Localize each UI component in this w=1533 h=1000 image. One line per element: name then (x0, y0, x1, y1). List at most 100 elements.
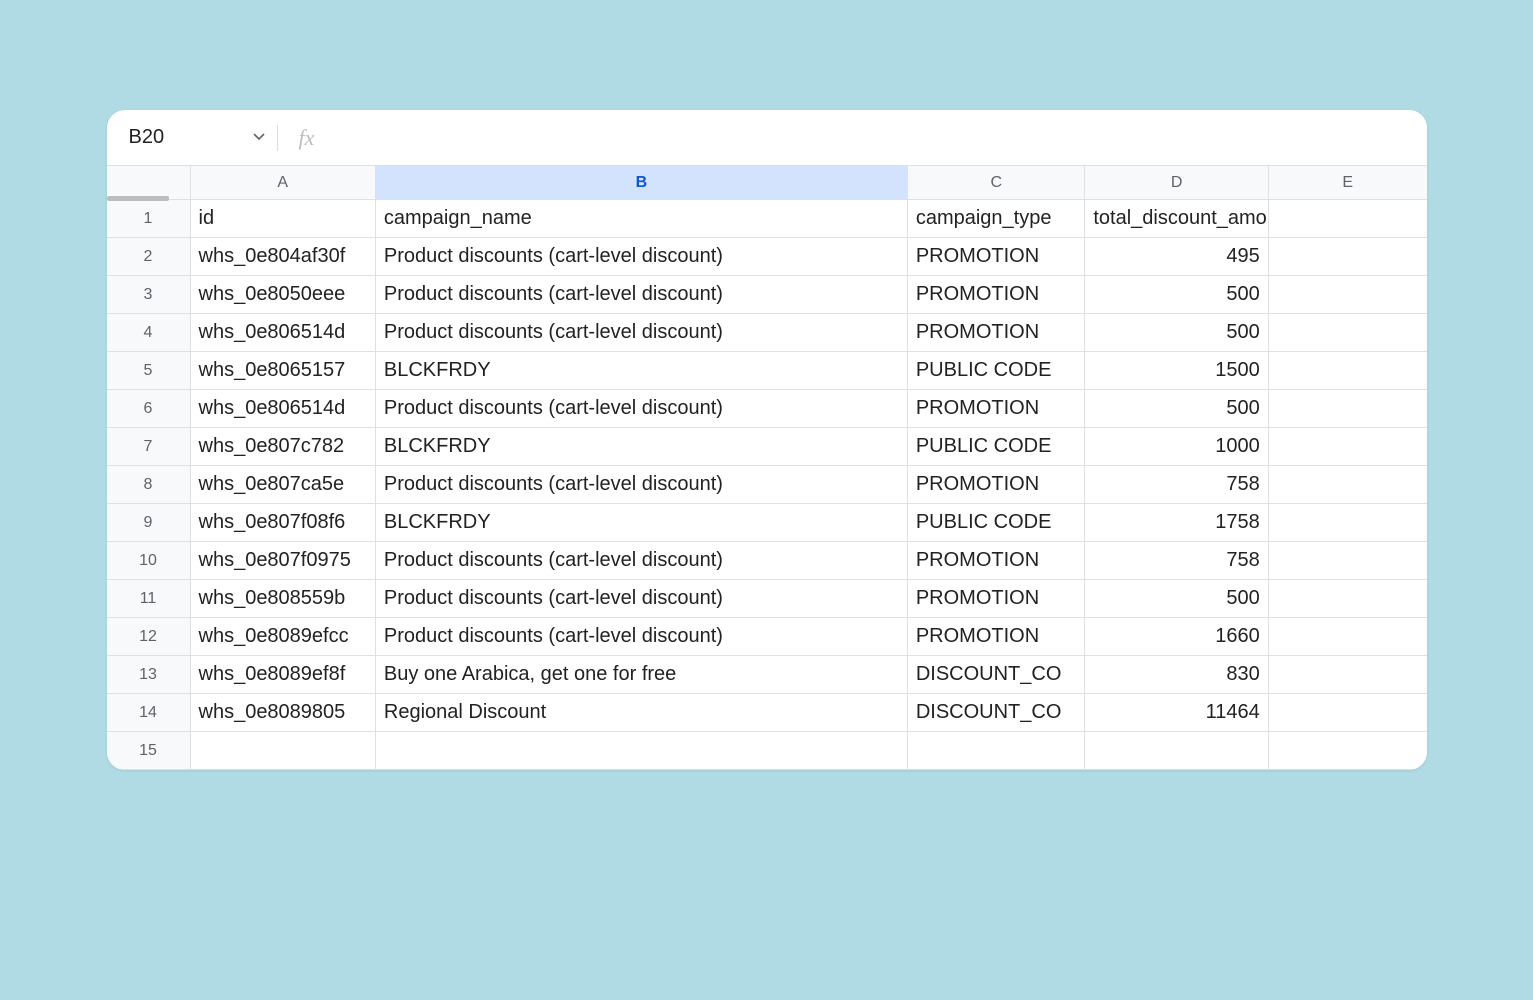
cell-A11[interactable]: whs_0e808559b (191, 580, 376, 617)
cell-A6[interactable]: whs_0e806514d (191, 390, 376, 427)
cell-A9[interactable]: whs_0e807f08f6 (191, 504, 376, 541)
cell-A7[interactable]: whs_0e807c782 (191, 428, 376, 465)
name-box[interactable]: B20 (107, 110, 277, 165)
cell-C12[interactable]: PROMOTION (908, 618, 1086, 655)
cell-B9[interactable]: BLCKFRDY (376, 504, 908, 541)
formula-input[interactable] (330, 110, 1427, 165)
column-header-B[interactable]: B (376, 166, 908, 199)
column-header-D[interactable]: D (1085, 166, 1268, 199)
cell-C11[interactable]: PROMOTION (908, 580, 1086, 617)
cell-B13[interactable]: Buy one Arabica, get one for free (376, 656, 908, 693)
cell-A4[interactable]: whs_0e806514d (191, 314, 376, 351)
cell-E3[interactable] (1269, 276, 1427, 313)
cell-D9[interactable]: 1758 (1085, 504, 1268, 541)
row-header-14[interactable]: 14 (107, 694, 191, 731)
cell-D7[interactable]: 1000 (1085, 428, 1268, 465)
cell-C1[interactable]: campaign_type (908, 200, 1086, 237)
cell-E15[interactable] (1269, 732, 1427, 769)
row-header-8[interactable]: 8 (107, 466, 191, 503)
cell-D14[interactable]: 11464 (1085, 694, 1268, 731)
cell-B12[interactable]: Product discounts (cart-level discount) (376, 618, 908, 655)
cell-E14[interactable] (1269, 694, 1427, 731)
cell-D15[interactable] (1085, 732, 1268, 769)
cell-D4[interactable]: 500 (1085, 314, 1268, 351)
cell-C10[interactable]: PROMOTION (908, 542, 1086, 579)
cell-A8[interactable]: whs_0e807ca5e (191, 466, 376, 503)
cell-E8[interactable] (1269, 466, 1427, 503)
cell-E5[interactable] (1269, 352, 1427, 389)
cell-E6[interactable] (1269, 390, 1427, 427)
row-header-11[interactable]: 11 (107, 580, 191, 617)
cell-C5[interactable]: PUBLIC CODE (908, 352, 1086, 389)
cell-E4[interactable] (1269, 314, 1427, 351)
cell-E13[interactable] (1269, 656, 1427, 693)
row-header-2[interactable]: 2 (107, 238, 191, 275)
separator (277, 125, 278, 151)
cell-A13[interactable]: whs_0e8089ef8f (191, 656, 376, 693)
cell-B10[interactable]: Product discounts (cart-level discount) (376, 542, 908, 579)
cell-D11[interactable]: 500 (1085, 580, 1268, 617)
cell-A15[interactable] (191, 732, 376, 769)
cell-C7[interactable]: PUBLIC CODE (908, 428, 1086, 465)
cell-C8[interactable]: PROMOTION (908, 466, 1086, 503)
cell-A14[interactable]: whs_0e8089805 (191, 694, 376, 731)
row-header-13[interactable]: 13 (107, 656, 191, 693)
column-header-A[interactable]: A (191, 166, 376, 199)
cell-A2[interactable]: whs_0e804af30f (191, 238, 376, 275)
row-header-7[interactable]: 7 (107, 428, 191, 465)
row-header-6[interactable]: 6 (107, 390, 191, 427)
row-header-12[interactable]: 12 (107, 618, 191, 655)
select-all-corner[interactable] (107, 166, 191, 200)
row-header-5[interactable]: 5 (107, 352, 191, 389)
cell-A5[interactable]: whs_0e8065157 (191, 352, 376, 389)
cell-E12[interactable] (1269, 618, 1427, 655)
column-header-E[interactable]: E (1269, 166, 1427, 199)
cell-B6[interactable]: Product discounts (cart-level discount) (376, 390, 908, 427)
table-row: 13whs_0e8089ef8fBuy one Arabica, get one… (107, 656, 1427, 694)
cell-E11[interactable] (1269, 580, 1427, 617)
cell-A3[interactable]: whs_0e8050eee (191, 276, 376, 313)
row-header-1[interactable]: 1 (107, 200, 191, 237)
cell-C14[interactable]: DISCOUNT_CO (908, 694, 1086, 731)
cell-D6[interactable]: 500 (1085, 390, 1268, 427)
cell-D3[interactable]: 500 (1085, 276, 1268, 313)
cell-A12[interactable]: whs_0e8089efcc (191, 618, 376, 655)
cell-A10[interactable]: whs_0e807f0975 (191, 542, 376, 579)
cell-E2[interactable] (1269, 238, 1427, 275)
cell-B3[interactable]: Product discounts (cart-level discount) (376, 276, 908, 313)
row-header-4[interactable]: 4 (107, 314, 191, 351)
row-header-10[interactable]: 10 (107, 542, 191, 579)
cell-E1[interactable] (1269, 200, 1427, 237)
cell-A1[interactable]: id (191, 200, 376, 237)
cell-B11[interactable]: Product discounts (cart-level discount) (376, 580, 908, 617)
cell-D13[interactable]: 830 (1085, 656, 1268, 693)
cell-B7[interactable]: BLCKFRDY (376, 428, 908, 465)
cell-D12[interactable]: 1660 (1085, 618, 1268, 655)
cell-D2[interactable]: 495 (1085, 238, 1268, 275)
cell-B4[interactable]: Product discounts (cart-level discount) (376, 314, 908, 351)
cell-C6[interactable]: PROMOTION (908, 390, 1086, 427)
row-header-15[interactable]: 15 (107, 732, 191, 769)
cell-B5[interactable]: BLCKFRDY (376, 352, 908, 389)
cell-C4[interactable]: PROMOTION (908, 314, 1086, 351)
cell-B1[interactable]: campaign_name (376, 200, 908, 237)
cell-B15[interactable] (376, 732, 908, 769)
cell-D10[interactable]: 758 (1085, 542, 1268, 579)
cell-D1[interactable]: total_discount_amount (1085, 200, 1268, 237)
row-header-3[interactable]: 3 (107, 276, 191, 313)
cell-D5[interactable]: 1500 (1085, 352, 1268, 389)
cell-B14[interactable]: Regional Discount (376, 694, 908, 731)
cell-C13[interactable]: DISCOUNT_CO (908, 656, 1086, 693)
cell-C15[interactable] (908, 732, 1086, 769)
cell-E10[interactable] (1269, 542, 1427, 579)
cell-D8[interactable]: 758 (1085, 466, 1268, 503)
cell-E9[interactable] (1269, 504, 1427, 541)
column-header-C[interactable]: C (908, 166, 1085, 199)
cell-E7[interactable] (1269, 428, 1427, 465)
row-header-9[interactable]: 9 (107, 504, 191, 541)
cell-B2[interactable]: Product discounts (cart-level discount) (376, 238, 908, 275)
cell-C9[interactable]: PUBLIC CODE (908, 504, 1086, 541)
cell-B8[interactable]: Product discounts (cart-level discount) (376, 466, 908, 503)
cell-C2[interactable]: PROMOTION (908, 238, 1086, 275)
cell-C3[interactable]: PROMOTION (908, 276, 1086, 313)
